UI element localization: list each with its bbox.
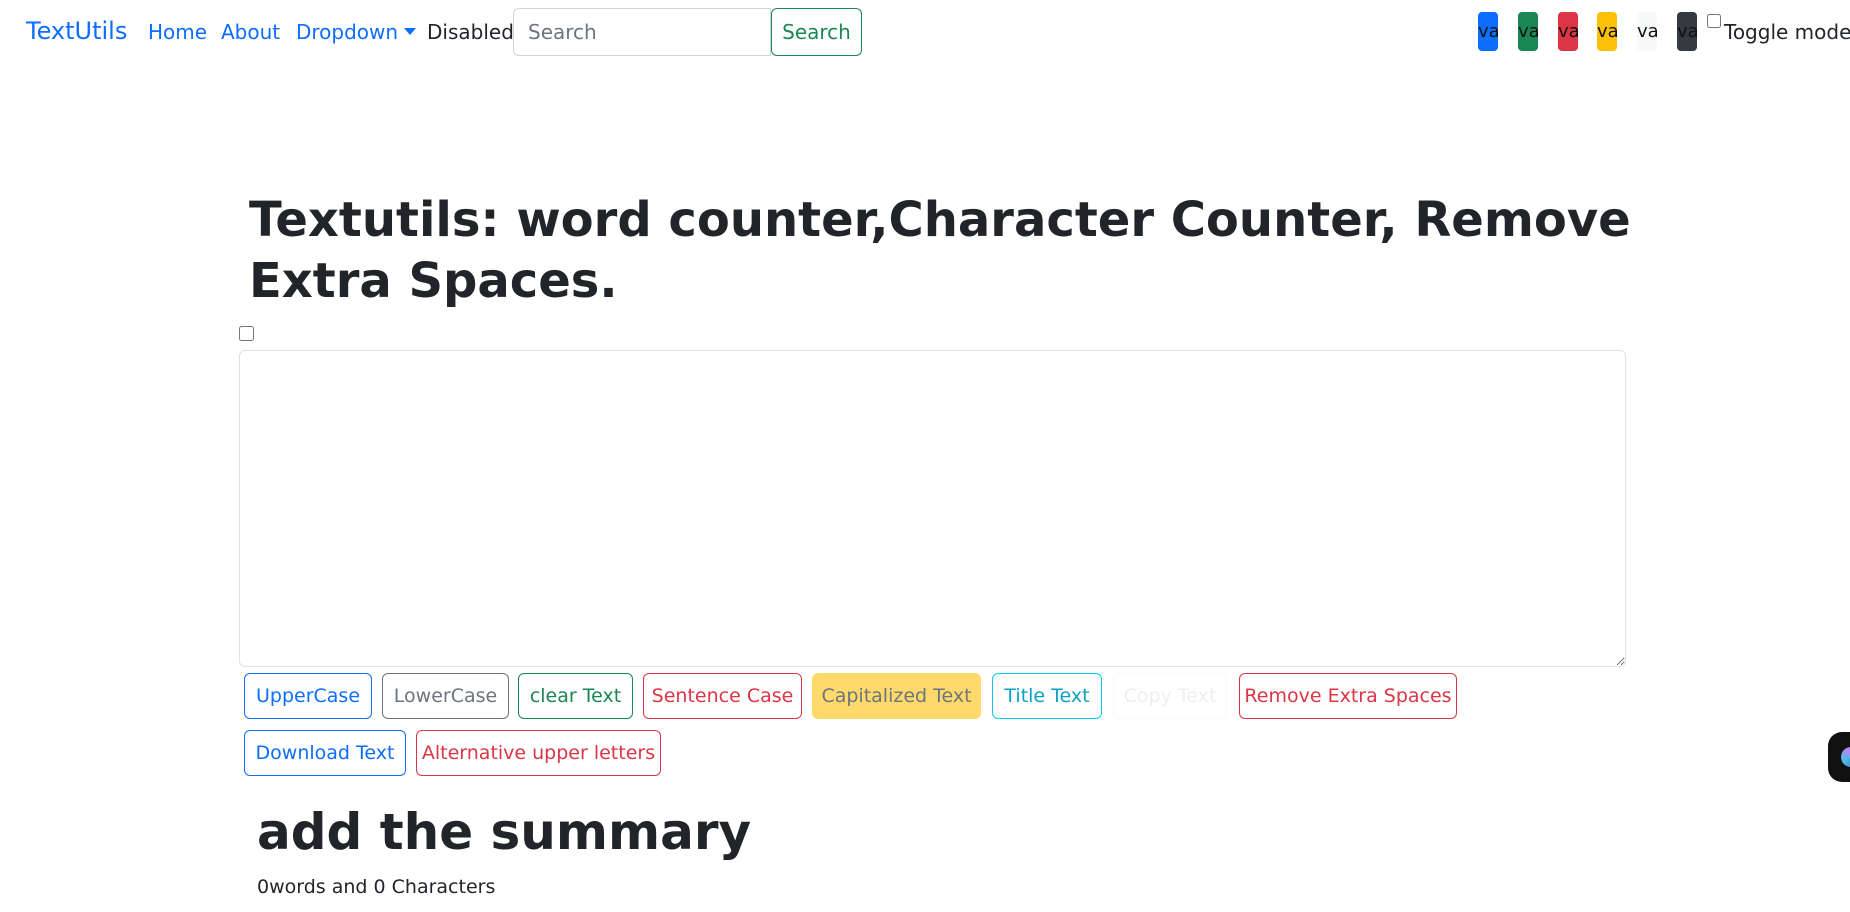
- download-text-button[interactable]: Download Text: [244, 730, 406, 776]
- swatch-blue[interactable]: va: [1478, 12, 1498, 51]
- alternative-upper-letters-button[interactable]: Alternative upper letters: [416, 730, 661, 776]
- nav-home-link[interactable]: Home: [148, 20, 207, 44]
- search-input[interactable]: [513, 8, 771, 56]
- toggle-mode-label: Toggle mode: [1724, 20, 1850, 44]
- toggle-mode-checkbox[interactable]: [1707, 14, 1721, 28]
- title-text-button[interactable]: Title Text: [992, 673, 1102, 719]
- caret-down-icon: [404, 28, 417, 35]
- swatch-yellow[interactable]: va: [1597, 12, 1617, 51]
- copy-text-button[interactable]: Copy Text: [1113, 673, 1227, 719]
- nav-disabled-link: Disabled: [427, 20, 514, 44]
- swatch-green[interactable]: va: [1518, 12, 1538, 51]
- summary-heading: add the summary: [257, 803, 752, 861]
- assistant-orb-icon: [1841, 747, 1850, 767]
- text-input-area[interactable]: [239, 350, 1626, 667]
- swatch-dark[interactable]: va: [1677, 12, 1697, 51]
- capitalized-text-button[interactable]: Capitalized Text: [812, 673, 981, 719]
- swatch-light[interactable]: va: [1637, 12, 1657, 51]
- clear-text-button[interactable]: clear Text: [518, 673, 633, 719]
- nav-about-link[interactable]: About: [221, 20, 280, 44]
- nav-dropdown-label: Dropdown: [296, 20, 399, 44]
- search-button[interactable]: Search: [771, 8, 862, 56]
- swatch-red[interactable]: va: [1558, 12, 1578, 51]
- navbar: TextUtils Home About Dropdown Disabled S…: [0, 0, 1850, 66]
- floating-assistant-button[interactable]: [1828, 732, 1850, 782]
- summary-text: 0words and 0 Characters: [257, 876, 496, 898]
- brand-link[interactable]: TextUtils: [26, 17, 127, 45]
- remove-extra-spaces-button[interactable]: Remove Extra Spaces: [1239, 673, 1457, 719]
- uppercase-button[interactable]: UpperCase: [244, 673, 372, 719]
- nav-dropdown-toggle[interactable]: Dropdown: [296, 20, 417, 44]
- sentence-case-button[interactable]: Sentence Case: [643, 673, 802, 719]
- textarea-checkbox[interactable]: [239, 326, 254, 341]
- lowercase-button[interactable]: LowerCase: [382, 673, 509, 719]
- page-title: Textutils: word counter,Character Counte…: [249, 192, 1631, 309]
